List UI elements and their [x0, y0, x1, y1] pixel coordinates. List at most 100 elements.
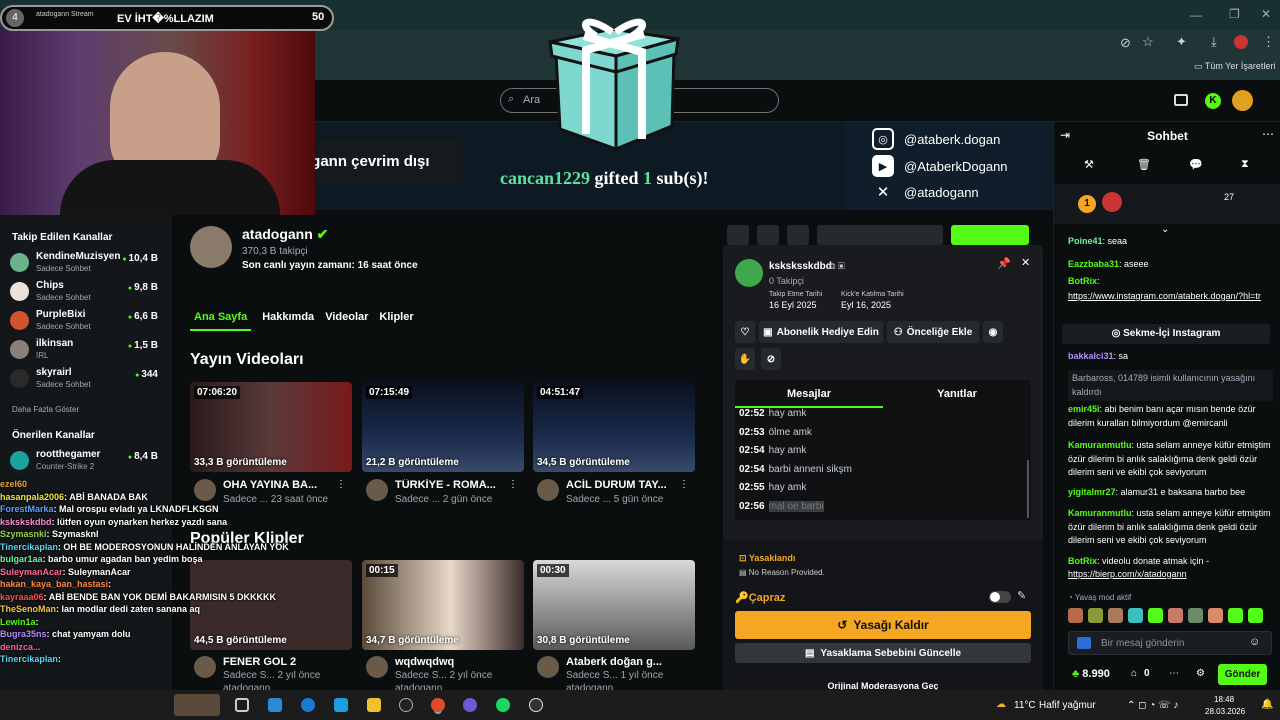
- video-menu-icon[interactable]: ⋮: [679, 479, 689, 490]
- video-channel-avatar[interactable]: [366, 479, 388, 501]
- action-icon-1[interactable]: [727, 225, 749, 245]
- video-card[interactable]: 07:15:49 21,2 B görüntüleme: [362, 382, 524, 472]
- social-youtube[interactable]: ▶ @AtaberkDogann: [872, 155, 1008, 177]
- heart-icon[interactable]: ♡: [735, 321, 755, 343]
- video-menu-icon[interactable]: ⋮: [508, 479, 518, 490]
- update-reason-button[interactable]: ▤ Yasaklama Sebebini Güncelle: [735, 643, 1031, 663]
- close-window-icon[interactable]: ✕: [1261, 7, 1271, 21]
- chat-username[interactable]: Kamuranmutlu: [1068, 440, 1132, 450]
- copilot-icon[interactable]: [268, 698, 282, 712]
- emote-6[interactable]: [1168, 608, 1183, 623]
- followed-channel[interactable]: KendineMuzisyen Sadece Sohbet 10,4 B: [10, 251, 162, 277]
- tab-replies[interactable]: Yanıtlar: [883, 388, 1031, 400]
- action-icon-3[interactable]: [787, 225, 809, 245]
- home-icon[interactable]: ⌂: [1131, 668, 1137, 679]
- spotify-icon[interactable]: [496, 698, 510, 712]
- notification-bell-icon[interactable]: 🔔: [1261, 699, 1273, 710]
- send-button[interactable]: Gönder: [1218, 664, 1267, 685]
- taskbar-widget-thumb[interactable]: [174, 694, 220, 716]
- chat-input[interactable]: Bir mesaj gönderin ☺: [1068, 631, 1272, 655]
- edit-icon[interactable]: ✎: [1017, 589, 1026, 602]
- chat-menu-icon[interactable]: ⋯: [1262, 127, 1274, 141]
- emote-1[interactable]: [1068, 608, 1083, 623]
- gear-icon[interactable]: ⚙: [1196, 668, 1205, 679]
- action-gift-top[interactable]: [817, 225, 943, 245]
- emoji-icon[interactable]: ☺: [1249, 636, 1260, 648]
- tab-clips[interactable]: Klipler: [379, 311, 413, 331]
- eye-icon[interactable]: ◉: [983, 321, 1003, 343]
- tray-icons[interactable]: ⌃ ◻ ◔ ☏ ♪: [1127, 700, 1178, 711]
- tab-messages[interactable]: Mesajlar: [735, 388, 883, 408]
- chat-link[interactable]: https://bierp.com/x/atadogann: [1068, 569, 1187, 579]
- emote-9[interactable]: [1228, 608, 1243, 623]
- emote-8[interactable]: [1208, 608, 1223, 623]
- all-bookmarks[interactable]: ▭ Tüm Yer İşaretleri: [1194, 61, 1275, 72]
- kick-logo-icon[interactable]: K: [1205, 93, 1221, 109]
- trash-icon[interactable]: 🗑: [1137, 158, 1151, 171]
- emote-10[interactable]: [1248, 608, 1263, 623]
- discord-icon[interactable]: [463, 698, 477, 712]
- video-channel-avatar[interactable]: [537, 479, 559, 501]
- expand-icon[interactable]: ⌄: [1161, 224, 1169, 235]
- chat-link[interactable]: https://www.instagram.com/ataberk.dogan/…: [1068, 291, 1261, 301]
- unban-button[interactable]: ↺ Yasağı Kaldır: [735, 611, 1031, 639]
- edge-icon[interactable]: [301, 698, 315, 712]
- clip-card[interactable]: 00:15 34,7 B görüntüleme: [362, 560, 524, 650]
- video-menu-icon[interactable]: ⋮: [336, 479, 346, 490]
- video-card[interactable]: 04:51:47 34,5 B görüntüleme: [533, 382, 695, 472]
- emote-3[interactable]: [1108, 608, 1123, 623]
- followed-channel[interactable]: skyrairl Sadece Sohbet 344: [10, 367, 162, 393]
- gift-sub-button[interactable]: ▣ Abonelik Hediye Edin: [759, 321, 883, 343]
- action-icon-2[interactable]: [757, 225, 779, 245]
- download-icon[interactable]: ⤓: [1211, 34, 1217, 50]
- xbox-icon[interactable]: [399, 698, 413, 712]
- clip-channel-avatar[interactable]: [366, 656, 388, 678]
- profile-icon[interactable]: [1234, 35, 1248, 49]
- clip-channel-avatar[interactable]: [537, 656, 559, 678]
- tab-about[interactable]: Hakkımda: [262, 311, 314, 331]
- chat-username[interactable]: BotRix: [1068, 276, 1097, 286]
- channel-avatar[interactable]: [190, 226, 232, 268]
- hand-icon[interactable]: ✋: [735, 348, 755, 370]
- chat-username[interactable]: Poine41: [1068, 236, 1103, 246]
- chat-username[interactable]: BotRix: [1068, 556, 1097, 566]
- eye-off-icon[interactable]: ⊘: [1120, 35, 1131, 51]
- emote-5[interactable]: [1148, 608, 1163, 623]
- minimize-icon[interactable]: —: [1190, 8, 1202, 22]
- chat-username[interactable]: bakkalci31: [1068, 351, 1114, 361]
- emote-7[interactable]: [1188, 608, 1203, 623]
- followed-channel[interactable]: PurpleBixi Sadece Sohbet 6,6 B: [10, 309, 162, 335]
- priority-button[interactable]: ⚇ Önceliğe Ekle: [887, 321, 979, 343]
- user-avatar[interactable]: [1232, 90, 1253, 111]
- copy-icon[interactable]: ⧉ ▣: [829, 261, 845, 272]
- action-follow-top[interactable]: [951, 225, 1029, 245]
- tab-home[interactable]: Ana Sayfa: [190, 311, 252, 331]
- chat-settings-dots-icon[interactable]: ⋯: [1169, 668, 1179, 679]
- explorer-icon[interactable]: [367, 698, 381, 712]
- chat-username[interactable]: emir45i: [1068, 404, 1100, 414]
- chat-username[interactable]: Eazzbaba31: [1068, 259, 1119, 269]
- clip-title[interactable]: wqdwqdwq: [395, 656, 507, 668]
- chat-username[interactable]: yigitalmr27: [1068, 487, 1116, 497]
- suggested-channel[interactable]: rootthegamer Counter-Strike 2 8,4 B: [10, 449, 162, 475]
- emote-2[interactable]: [1088, 608, 1103, 623]
- show-more-link[interactable]: Daha Fazla Göster: [12, 405, 79, 414]
- bookmark-star-icon[interactable]: ☆: [1142, 34, 1154, 50]
- emote-4[interactable]: [1128, 608, 1143, 623]
- theater-icon[interactable]: [1174, 94, 1188, 106]
- ban-icon[interactable]: ⊘: [761, 348, 781, 370]
- video-title[interactable]: TÜRKİYE - ROMA...: [395, 479, 507, 491]
- pin-icon[interactable]: 📌: [997, 257, 1011, 270]
- chat-bubble-icon[interactable]: 💬: [1189, 158, 1203, 171]
- video-card[interactable]: 07:06:20 33,3 B görüntüleme: [190, 382, 352, 472]
- hourglass-icon[interactable]: ⧗: [1241, 158, 1249, 171]
- tab-videos[interactable]: Videolar: [325, 311, 368, 331]
- obs-icon[interactable]: [529, 698, 543, 712]
- social-instagram[interactable]: ◎ @ataberk.dogan: [872, 128, 1000, 150]
- close-card-icon[interactable]: ✕: [1021, 256, 1030, 269]
- followed-channel[interactable]: Chips Sadece Sohbet 9,8 B: [10, 280, 162, 306]
- maximize-icon[interactable]: ❐: [1229, 7, 1240, 21]
- extensions-icon[interactable]: ✦: [1176, 34, 1187, 50]
- mail-icon[interactable]: [334, 698, 348, 712]
- chat-username[interactable]: Kamuranmutlu: [1068, 508, 1132, 518]
